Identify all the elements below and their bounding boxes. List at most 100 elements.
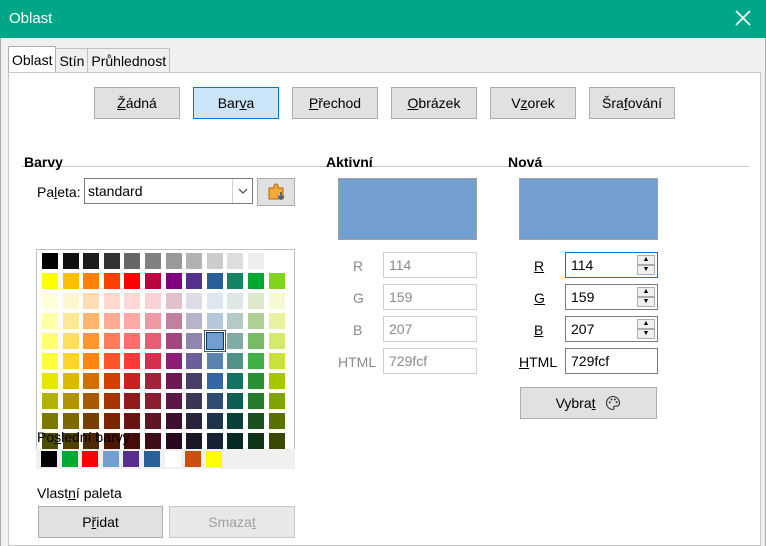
palette-swatch[interactable] <box>248 253 264 269</box>
palette-swatch[interactable] <box>124 353 141 369</box>
recent-color-swatch[interactable] <box>82 451 99 467</box>
palette-swatch[interactable] <box>83 333 100 349</box>
palette-swatch[interactable] <box>165 433 182 449</box>
palette-swatch[interactable] <box>248 313 264 329</box>
tab-stin[interactable]: Stín <box>55 48 89 72</box>
close-icon[interactable] <box>734 9 752 27</box>
palette-swatch[interactable] <box>83 273 100 289</box>
palette-swatch[interactable] <box>186 433 203 449</box>
palette-swatch[interactable] <box>206 273 223 289</box>
new-g-field[interactable]: 159 ▲ ▼ <box>565 284 658 310</box>
palette-swatch[interactable] <box>186 313 203 329</box>
palette-swatch[interactable] <box>165 393 182 409</box>
palette-swatch[interactable] <box>103 273 120 289</box>
palette-swatch[interactable] <box>186 333 203 349</box>
palette-swatch[interactable] <box>83 353 100 369</box>
new-r-field[interactable]: 114 ▲ ▼ <box>565 252 658 278</box>
palette-swatch[interactable] <box>165 293 182 309</box>
fill-none-button[interactable]: Žádná <box>94 87 180 119</box>
palette-swatch[interactable] <box>227 433 244 449</box>
palette-swatch[interactable] <box>186 253 203 269</box>
palette-swatch[interactable] <box>227 293 244 309</box>
palette-swatch[interactable] <box>145 413 161 429</box>
palette-swatch[interactable] <box>42 373 58 389</box>
palette-swatch[interactable] <box>165 333 182 349</box>
fill-color-button[interactable]: Barva <box>193 87 279 119</box>
recent-color-swatch[interactable] <box>123 451 140 467</box>
palette-swatch[interactable] <box>124 293 141 309</box>
r-spin-buttons[interactable]: ▲ ▼ <box>637 255 655 275</box>
tab-pruhlednost[interactable]: Průhlednost <box>87 48 171 72</box>
recent-color-swatch[interactable] <box>61 451 78 467</box>
fill-pattern-button[interactable]: Vzorek <box>490 87 576 119</box>
palette-swatch[interactable] <box>145 373 161 389</box>
palette-swatch[interactable] <box>83 253 100 269</box>
palette-swatch[interactable] <box>268 413 285 429</box>
palette-swatch[interactable] <box>165 313 182 329</box>
palette-swatch[interactable] <box>206 293 223 309</box>
recent-color-swatch[interactable] <box>185 451 202 467</box>
palette-swatch[interactable] <box>268 313 285 329</box>
palette-swatch[interactable] <box>124 393 141 409</box>
palette-swatch[interactable] <box>62 353 79 369</box>
palette-swatch[interactable] <box>103 393 120 409</box>
palette-swatch[interactable] <box>227 333 244 349</box>
palette-swatch[interactable] <box>42 353 58 369</box>
palette-swatch[interactable] <box>62 273 79 289</box>
palette-swatch[interactable] <box>124 413 141 429</box>
palette-swatch[interactable] <box>42 313 58 329</box>
palette-swatch[interactable] <box>83 313 100 329</box>
palette-swatch[interactable] <box>124 373 141 389</box>
recent-color-swatch[interactable] <box>41 451 57 467</box>
palette-swatch[interactable] <box>83 393 100 409</box>
palette-swatch[interactable] <box>227 313 244 329</box>
b-spin-buttons[interactable]: ▲ ▼ <box>637 319 655 339</box>
palette-swatch[interactable] <box>205 332 224 350</box>
palette-swatch[interactable] <box>165 273 182 289</box>
palette-swatch[interactable] <box>206 253 223 269</box>
palette-swatch[interactable] <box>227 273 244 289</box>
recent-color-swatch[interactable] <box>102 451 119 467</box>
palette-swatch[interactable] <box>103 333 120 349</box>
palette-swatch[interactable] <box>145 353 161 369</box>
palette-swatch[interactable] <box>227 393 244 409</box>
palette-swatch[interactable] <box>248 333 264 349</box>
add-palette-button[interactable] <box>257 178 295 206</box>
palette-swatch[interactable] <box>227 353 244 369</box>
palette-swatch[interactable] <box>206 433 223 449</box>
fill-bitmap-button[interactable]: Obrázek <box>391 87 477 119</box>
palette-swatch[interactable] <box>124 253 141 269</box>
palette-swatch[interactable] <box>165 253 182 269</box>
palette-swatch[interactable] <box>186 393 203 409</box>
palette-swatch[interactable] <box>145 253 161 269</box>
palette-swatch[interactable] <box>145 293 161 309</box>
palette-swatch[interactable] <box>268 393 285 409</box>
palette-swatch[interactable] <box>42 413 58 429</box>
palette-swatch[interactable] <box>206 353 223 369</box>
palette-swatch[interactable] <box>268 253 285 269</box>
palette-swatch[interactable] <box>268 273 285 289</box>
palette-swatch[interactable] <box>268 433 285 449</box>
palette-swatch[interactable] <box>165 413 182 429</box>
palette-swatch[interactable] <box>124 313 141 329</box>
recent-color-swatch[interactable] <box>144 451 160 467</box>
palette-swatch[interactable] <box>206 413 223 429</box>
palette-select[interactable]: standard <box>84 178 253 204</box>
palette-swatch[interactable] <box>268 333 285 349</box>
palette-swatch[interactable] <box>83 413 100 429</box>
palette-swatch[interactable] <box>248 413 264 429</box>
new-b-field[interactable]: 207 ▲ ▼ <box>565 316 658 342</box>
palette-swatch[interactable] <box>124 273 141 289</box>
palette-swatch[interactable] <box>62 393 79 409</box>
palette-swatch[interactable] <box>62 293 79 309</box>
palette-swatch[interactable] <box>103 293 120 309</box>
palette-swatch[interactable] <box>42 393 58 409</box>
palette-swatch[interactable] <box>186 413 203 429</box>
pick-color-button[interactable]: Vybrat <box>520 387 657 419</box>
palette-swatch[interactable] <box>248 393 264 409</box>
palette-swatch[interactable] <box>103 313 120 329</box>
add-color-button[interactable]: Přidat <box>38 506 163 538</box>
palette-swatch[interactable] <box>165 353 182 369</box>
palette-swatch[interactable] <box>248 433 264 449</box>
palette-swatch[interactable] <box>206 393 223 409</box>
